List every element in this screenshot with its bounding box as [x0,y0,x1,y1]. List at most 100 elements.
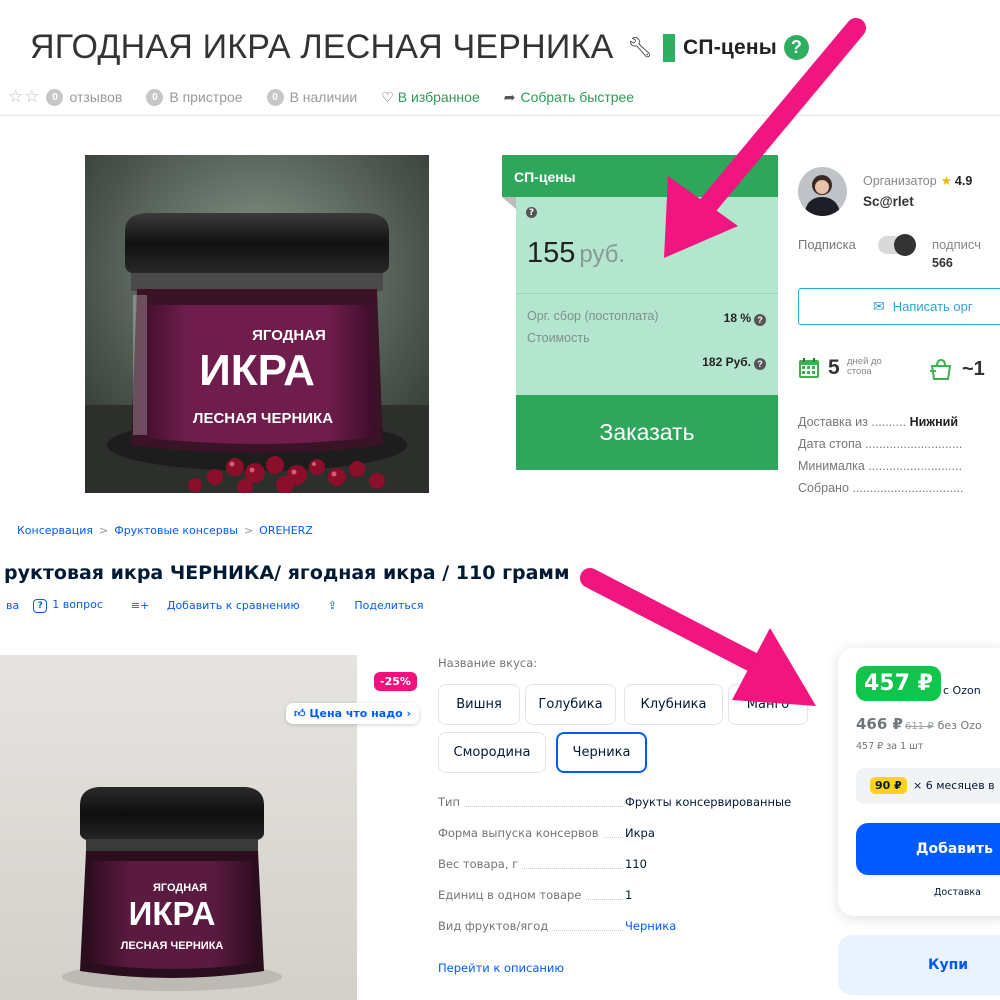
avatar[interactable] [798,167,847,216]
subscribers-label: подписч [932,237,981,252]
wrench-icon[interactable]: 🔧︎ [627,35,653,60]
info-row-delivery: Доставка из .......... Нижний [798,415,959,429]
shopping-bag-icon [928,357,954,381]
compare-link[interactable]: ≡+ Добавить к сравнению [131,599,314,612]
price-box-header: СП-цены [502,155,778,197]
unit-price: 457 ₽ за 1 шт [856,741,924,752]
spec-key: Вид фруктов/ягод [438,919,553,933]
question-icon[interactable]: ? [754,314,766,326]
star-icon: ★ [940,174,952,188]
subscription-label: Подписка [798,237,856,252]
price-value: 155 руб. [527,237,625,270]
sp-marker-bar [663,33,676,62]
sp-product-section: ЯГОДНАЯ ИКРА ЛЕСНАЯ ЧЕРНИКА 🔧︎ СП-цены ?… [0,0,1000,505]
flavor-option-currant[interactable]: Смородина [438,732,546,773]
organizer-panel: Организатор ★ 4.9 Sc@rlet Подписка подписч… [798,160,1000,505]
share-arrow-icon: ➦ [503,88,516,105]
spec-key: Единиц в одном товаре [438,888,586,902]
thumbs-up-icon: 👍︎ [294,707,306,720]
jar-label-line3: ЛЕСНАЯ ЧЕРНИКА [193,410,333,427]
subscription-toggle[interactable] [878,234,916,256]
favorite-link[interactable]: ♡ В избранное [381,89,480,106]
questions-label: 1 вопрос [52,598,103,611]
spec-key: Тип [438,795,465,809]
regular-price: 466 ₽ [856,715,903,733]
breadcrumb-item[interactable]: Фруктовые консервы [114,524,238,537]
info-row-collected: Собрано ................................ [798,481,964,495]
installment-banner[interactable]: 90 ₽ × 6 месяцев в [856,768,1000,804]
write-organizer-button[interactable]: ✉ Написать орг [798,288,1000,325]
days-to-stop-number: 5 [828,356,840,379]
info-row-label: Дата стопа [798,437,862,451]
price-number: 155 [527,237,576,269]
product-title-row: ЯГОДНАЯ ИКРА ЛЕСНАЯ ЧЕРНИКА 🔧︎ СП-цены ? [30,28,809,67]
flavor-option-mango[interactable]: Манго [728,684,808,725]
product-image[interactable]: ЯГОДНАЯ ИКРА ЛЕСНАЯ ЧЕРНИКА [85,155,429,493]
share-icon: ⇪ [327,599,337,612]
stock-link[interactable]: В наличии [290,89,358,105]
flavor-option-blueberry-selected[interactable]: Черника [556,732,647,773]
chevron-right-icon: › [406,707,412,720]
flavor-option-blueberry[interactable]: Голубика [525,684,616,725]
cost-number: 182 Руб. [702,355,751,369]
flavor-option-strawberry[interactable]: Клубника [624,684,723,725]
question-icon: ? [33,599,48,613]
good-price-label: Цена что надо [309,707,403,720]
spec-row: Вид фруктов/ягод Черника [438,919,823,950]
info-row-label: Минималка [798,459,865,473]
organizer-name[interactable]: Sc@rlet [863,194,914,209]
jar-label-line2: ИКРА [129,895,216,932]
questions-link[interactable]: ? 1 вопрос [33,598,117,613]
good-price-badge[interactable]: 👍︎ Цена что надо › [286,703,420,724]
rating-stars-icon[interactable]: ☆☆ [8,87,40,107]
compare-label: Добавить к сравнению [166,599,300,612]
write-organizer-label: Написать орг [892,299,973,314]
stock-count-badge: 0 [266,88,284,106]
old-price: 611 ₽ [904,721,934,732]
spec-row: Вес товара, г 110 [438,857,823,888]
share-link[interactable]: ⇪ Поделиться [328,599,438,612]
organizer-label-row: Организатор ★ 4.9 [863,173,972,188]
divider [0,115,1000,116]
question-icon[interactable]: ? [754,358,766,370]
order-button[interactable]: Заказать [516,395,778,470]
ozon-product-section: Консервация > Фруктовые консервы > OREHERZ р… [0,505,1000,1000]
chevron-right-icon: > [243,524,254,537]
favorite-label: В избранное [397,88,480,105]
flavor-option-cherry[interactable]: Вишня [438,684,520,725]
go-to-description-link[interactable]: Перейти к описанию [438,961,564,975]
breadcrumb-item[interactable]: OREHERZ [259,524,313,537]
buy-card: 457 ₽ c Ozon 466 ₽611 ₽ без Ozo 457 ₽ за … [838,648,1000,916]
without-card-note: без Ozo [937,719,982,732]
attached-link[interactable]: В пристрое [169,89,242,105]
organizer-label: Организатор [863,174,937,188]
spec-value-link[interactable]: Черника [625,919,676,933]
jar-label-line1: ЯГОДНАЯ [252,327,326,344]
add-to-cart-button[interactable]: Добавить [856,823,1000,875]
ozon-card-price: 457 ₽ [856,666,941,701]
price-box-body: ? 155 руб. Орг. сбор (постоплата) 18 %? С… [516,197,778,395]
breadcrumb-item[interactable]: Консервация [17,524,93,537]
jar-label-line3: ЛЕСНАЯ ЧЕРНИКА [121,940,224,952]
cost-label: Стоимость [527,331,590,345]
approx-value: ~1 [962,358,985,380]
collect-faster-link[interactable]: ➦ Собрать быстрее [504,89,634,106]
page-title: ЯГОДНАЯ ИКРА ЛЕСНАЯ ЧЕРНИКА [30,28,614,66]
compare-icon: ≡+ [130,599,150,612]
spec-key: Вес товара, г [438,857,523,871]
reviews-link[interactable]: отзывов [69,89,122,105]
buy-now-button[interactable]: Купи [838,935,1000,995]
spec-key: Форма выпуска консервов [438,826,603,840]
reviews-link[interactable]: ва [6,599,19,612]
spec-value: 110 [625,857,647,871]
help-icon[interactable]: ? [783,35,809,60]
ozon-card-note: c Ozon [943,684,981,697]
question-icon[interactable]: ? [526,207,537,218]
specs-list: Тип Фрукты консервированные Форма выпуска… [438,795,823,950]
purchase-info-rows: Доставка из .......... Нижний Дата стопа… [798,415,1000,503]
cost-value: 182 Руб.? [702,355,766,370]
heart-icon: ♡ [381,88,394,105]
spec-value: Фрукты консервированные [625,795,792,809]
info-row-label: Доставка из [798,415,868,429]
delivery-label: Доставка [934,887,981,898]
